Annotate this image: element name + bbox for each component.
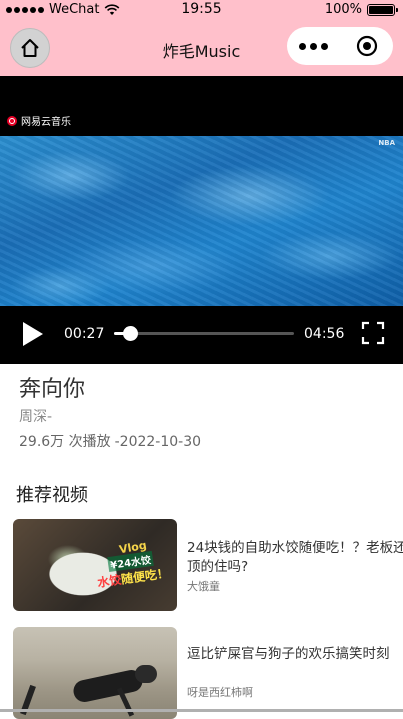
recommend-item[interactable]: Vlog ¥24水饺 水饺随便吃！ 24块钱的自助水饺随便吃！？老板还顶的住吗?… [13, 519, 403, 611]
video-thumbnail [13, 627, 177, 719]
current-time: 00:27 [64, 326, 105, 342]
publish-date: -2022-10-30 [114, 434, 202, 450]
song-title: 奔向你 [19, 377, 86, 402]
recommend-heading: 推荐视频 [16, 485, 88, 506]
fullscreen-icon[interactable] [361, 321, 385, 345]
play-icon[interactable] [22, 321, 44, 347]
total-time: 04:56 [304, 326, 345, 342]
close-target-icon[interactable] [340, 35, 393, 57]
battery-percent: 100% [324, 2, 362, 17]
progress-thumb[interactable] [123, 326, 139, 341]
status-bar: WeChat 19:55 100% [0, 0, 403, 20]
play-count: 29.6万 次播放 [19, 434, 111, 450]
navigation-bar: 炸毛Music [0, 20, 403, 76]
thumbnail-dog-shape [73, 665, 157, 709]
video-thumbnail: Vlog ¥24水饺 水饺随便吃！ [13, 519, 177, 611]
recommend-item[interactable]: 逗比铲屎官与狗子的欢乐搞笑时刻 呀是西红柿啊 [13, 627, 403, 719]
recommend-author: 大饿童 [187, 580, 220, 593]
video-corner-logo: NBA [378, 139, 395, 147]
recommend-title: 24块钱的自助水饺随便吃！？老板还顶的住吗? [187, 540, 403, 575]
recommend-title: 逗比铲屎官与狗子的欢乐搞笑时刻 [187, 646, 390, 662]
song-meta: 29.6万 次播放 -2022-10-30 [19, 431, 205, 451]
battery-icon [367, 3, 398, 16]
menu-capsule [287, 27, 393, 65]
netease-logo-icon [7, 115, 17, 126]
singer-name[interactable]: 周深- [19, 406, 52, 426]
thumbnail-overlay-text: 水饺随便吃！ [96, 566, 170, 590]
more-icon[interactable] [287, 42, 340, 50]
video-watermark: 网易云音乐 [7, 113, 71, 128]
battery-group: 100% [324, 2, 398, 17]
video-frame [0, 136, 403, 306]
video-player[interactable]: 网易云音乐 NBA 00:27 04:56 [0, 76, 403, 364]
watermark-text: 网易云音乐 [21, 117, 71, 128]
recommend-author: 呀是西红柿啊 [187, 686, 253, 699]
progress-slider[interactable] [114, 326, 294, 341]
video-controls: 00:27 04:56 [0, 304, 403, 364]
